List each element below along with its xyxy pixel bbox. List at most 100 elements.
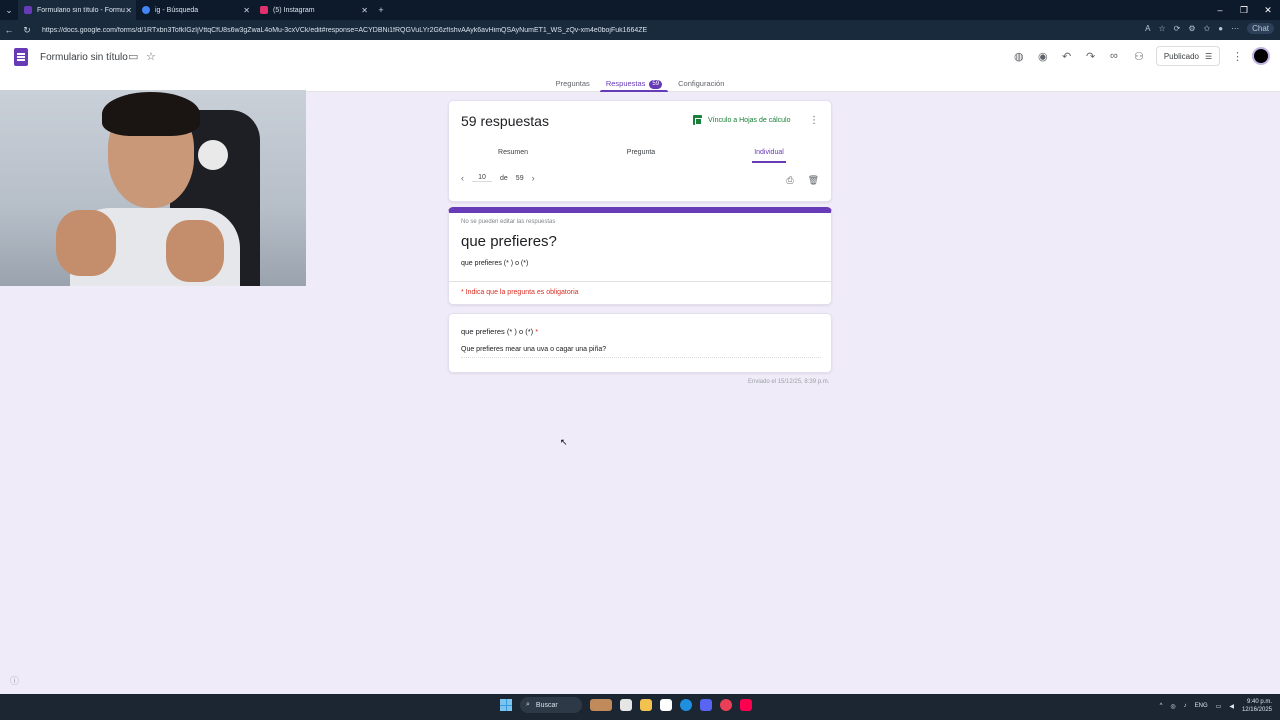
task-view-icon[interactable] — [620, 699, 632, 711]
menu-icon[interactable]: ⋯ — [1231, 24, 1239, 33]
current-response-input[interactable]: 10 — [472, 174, 492, 182]
url-field[interactable]: https://docs.google.com/forms/d/1RTxbn3T… — [42, 27, 1082, 34]
browser-tab-forms[interactable]: Formulario sin título - Formulario ✕ — [18, 0, 136, 20]
network-icon[interactable]: ▭ — [1216, 703, 1222, 710]
tab-responses[interactable]: Respuestas 59 — [599, 76, 669, 92]
no-edit-notice: No se pueden editar las respuestas — [461, 219, 556, 225]
clock-date: 12/16/2025 — [1241, 707, 1272, 713]
webcam-overlay — [0, 90, 306, 286]
response-pager: ‹ 10 de 59 › — [461, 173, 535, 183]
minimize-icon[interactable]: – — [1208, 0, 1232, 20]
app-header: Formulario sin título ▭ ☆ ◍ ◉ ↶ ↷ ∞ ⚇ Pu… — [0, 40, 1280, 92]
copilot-chat-button[interactable]: Chat — [1247, 23, 1274, 34]
folder-icon[interactable]: ▭ — [128, 50, 138, 63]
forms-favicon-icon — [24, 6, 32, 14]
widget-icon[interactable] — [590, 699, 612, 711]
account-avatar[interactable] — [1252, 47, 1270, 65]
link-icon[interactable]: ∞ — [1110, 50, 1118, 62]
clock-time: 9:40 p.m. — [1246, 699, 1272, 705]
browser-tab-bar: ⌄ Formulario sin título - Formulario ✕ i… — [0, 0, 1280, 20]
response-actions: ⎙ 🗑 — [786, 175, 819, 186]
question-answer: Que prefieres mear una uva o cagar una p… — [461, 346, 821, 358]
link-to-sheets-button[interactable]: Vínculo a Hojas de cálculo — [693, 115, 791, 125]
favorite-icon[interactable]: ☆ — [1159, 24, 1166, 33]
person-hair — [102, 92, 200, 136]
tab-individual[interactable]: Individual — [705, 143, 833, 163]
close-window-icon[interactable]: ✕ — [1256, 0, 1280, 20]
discord-icon[interactable] — [700, 699, 712, 711]
form-title: que prefieres? — [461, 233, 557, 250]
windows-taskbar: ⌕ Buscar ^ ◎ ♪ ENG ▭ ◀ 9:40 p.m. 12/16/2… — [0, 694, 1280, 720]
collections-icon[interactable]: ⚙ — [1188, 24, 1195, 33]
mouse-cursor-icon: ↖ — [560, 437, 568, 447]
chrome-icon[interactable] — [720, 699, 732, 711]
new-tab-icon[interactable]: + — [372, 5, 390, 15]
star-icon[interactable]: ☆ — [146, 50, 156, 63]
question-label: que prefieres (* ) o (*) * — [461, 327, 538, 336]
browser-tab-label: (5) Instagram — [273, 6, 315, 14]
tab-questions[interactable]: Preguntas — [554, 76, 592, 92]
more-options-icon[interactable]: ⋮ — [1232, 50, 1243, 63]
print-icon[interactable]: ⎙ — [786, 175, 793, 186]
browser-tab-instagram[interactable]: (5) Instagram ✕ — [254, 0, 372, 20]
tab-list-icon[interactable]: ⌄ — [0, 5, 18, 16]
browser-tab-label: Formulario sin título - Formulario — [37, 6, 125, 14]
delete-icon[interactable]: 🗑 — [808, 175, 819, 186]
tray-chevron-icon[interactable]: ^ — [1160, 703, 1163, 709]
help-icon[interactable]: ⓘ — [10, 674, 19, 687]
document-title[interactable]: Formulario sin título — [40, 52, 128, 63]
required-notice: * Indica que la pregunta es obligatoria — [461, 289, 579, 296]
question-text: que prefieres (* ) o (*) — [461, 327, 534, 336]
read-aloud-icon[interactable]: A — [1145, 24, 1150, 33]
next-response-icon[interactable]: › — [532, 173, 535, 183]
pager-total: 59 — [515, 174, 524, 182]
person-hand-left — [56, 210, 116, 276]
tab-question[interactable]: Pregunta — [577, 143, 705, 163]
form-header-card: No se pueden editar las respuestas que p… — [448, 207, 832, 305]
sheets-link-label: Vínculo a Hojas de cálculo — [708, 116, 791, 124]
taskbar-search[interactable]: ⌕ Buscar — [520, 697, 582, 713]
close-tab-icon[interactable]: ✕ — [243, 6, 250, 15]
tray-app-icon[interactable]: ◎ — [1170, 703, 1175, 710]
favorites-bar-icon[interactable]: ✩ — [1204, 24, 1211, 33]
tune-icon: ☰ — [1204, 51, 1213, 61]
microphone-icon[interactable]: ♪ — [1184, 703, 1187, 709]
language-indicator[interactable]: ENG — [1195, 703, 1208, 709]
tab-settings[interactable]: Configuración — [676, 76, 726, 92]
palette-icon[interactable]: ◍ — [1014, 50, 1024, 63]
windows-start-icon[interactable] — [500, 699, 512, 711]
restore-icon[interactable]: ❐ — [1232, 0, 1256, 20]
profile-icon[interactable]: ● — [1218, 24, 1223, 33]
tiktok-icon[interactable] — [740, 699, 752, 711]
pager-of-label: de — [500, 174, 508, 182]
file-explorer-icon[interactable] — [640, 699, 652, 711]
extensions-icon[interactable]: ⟳ — [1174, 24, 1181, 33]
taskbar-apps: ⌕ Buscar — [500, 697, 752, 713]
tab-label: Preguntas — [555, 79, 590, 88]
google-forms-logo-icon[interactable] — [14, 48, 28, 66]
redo-icon[interactable]: ↷ — [1086, 50, 1095, 63]
responses-summary-card: 59 respuestas Vínculo a Hojas de cálculo… — [448, 100, 832, 202]
responses-count-badge: 59 — [649, 79, 663, 89]
add-collaborator-icon[interactable]: ⚇ — [1134, 50, 1144, 63]
capcut-icon[interactable] — [660, 699, 672, 711]
preview-eye-icon[interactable]: ◉ — [1038, 50, 1048, 63]
tab-summary[interactable]: Resumen — [449, 143, 577, 163]
volume-icon[interactable]: ◀ — [1229, 703, 1234, 710]
more-vert-icon[interactable]: ⋮ — [809, 115, 819, 126]
close-tab-icon[interactable]: ✕ — [361, 6, 368, 15]
published-button[interactable]: Publicado ☰ — [1156, 46, 1220, 66]
edge-icon[interactable] — [680, 699, 692, 711]
browser-tab-search[interactable]: ig - Búsqueda ✕ — [136, 0, 254, 20]
undo-icon[interactable]: ↶ — [1062, 50, 1071, 63]
responses-count: 59 respuestas — [461, 113, 549, 129]
tab-label: Configuración — [678, 79, 725, 88]
reload-icon[interactable]: ↻ — [18, 25, 36, 36]
question-card: que prefieres (* ) o (*) * Que prefieres… — [448, 313, 832, 373]
system-clock[interactable]: 9:40 p.m. 12/16/2025 — [1242, 698, 1272, 714]
close-tab-icon[interactable]: ✕ — [125, 6, 132, 15]
submitted-timestamp: Enviado el 15/12/25, 8:39 p.m. — [748, 379, 830, 385]
previous-response-icon[interactable]: ‹ — [461, 173, 464, 183]
back-icon[interactable]: ← — [0, 25, 18, 35]
response-view-tabs: Resumen Pregunta Individual — [449, 143, 833, 163]
